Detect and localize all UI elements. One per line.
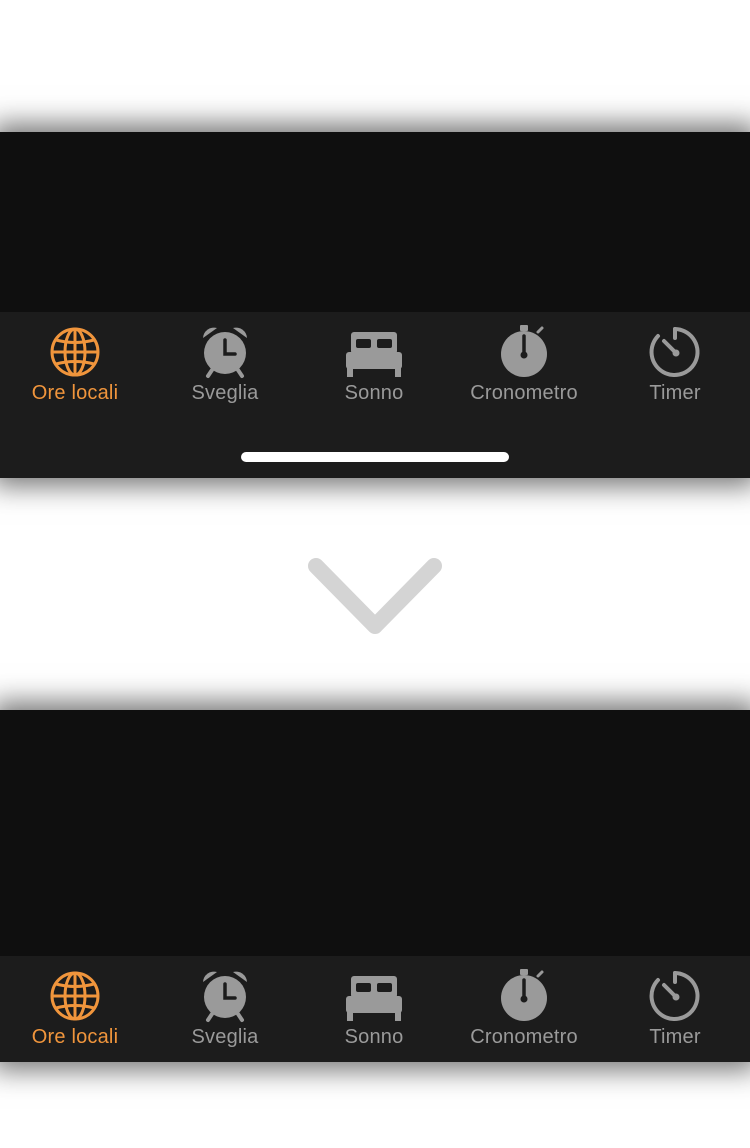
globe-icon	[45, 968, 105, 1024]
tab-alarm[interactable]: Sveglia	[150, 324, 300, 414]
tab-label: Ore locali	[31, 382, 119, 404]
tab-timer[interactable]: Timer	[600, 324, 750, 414]
after-screenshot-panel: Ore locali Sveglia Sonno Cronometro Time…	[0, 710, 750, 1062]
tab-world-clock[interactable]: Ore locali	[0, 324, 150, 414]
tab-alarm[interactable]: Sveglia	[150, 968, 300, 1058]
tab-sleep[interactable]: Sonno	[299, 324, 449, 414]
tab-bar: Ore locali Sveglia Sonno Cronometro Time…	[0, 312, 750, 478]
tab-sleep[interactable]: Sonno	[299, 968, 449, 1058]
content-area	[0, 710, 750, 956]
timer-icon	[645, 324, 705, 380]
tab-label: Timer	[649, 1026, 701, 1048]
tab-label: Cronometro	[470, 382, 578, 404]
bed-icon	[344, 324, 404, 380]
before-screenshot-panel: Ore locali Sveglia Sonno Cronometro Time…	[0, 132, 750, 478]
tab-timer[interactable]: Timer	[600, 968, 750, 1058]
globe-icon	[45, 324, 105, 380]
content-area	[0, 132, 750, 312]
tab-label: Timer	[649, 382, 701, 404]
tab-label: Sonno	[344, 1026, 404, 1048]
tab-label: Ore locali	[31, 1026, 119, 1048]
alarm-clock-icon	[195, 968, 255, 1024]
stopwatch-icon	[494, 968, 554, 1024]
comparison-page: Ore locali Sveglia Sonno Cronometro Time…	[0, 0, 750, 1148]
stopwatch-icon	[494, 324, 554, 380]
tab-label: Sveglia	[191, 382, 259, 404]
home-indicator[interactable]	[241, 452, 509, 462]
chevron-down-icon	[300, 548, 450, 648]
tab-stopwatch[interactable]: Cronometro	[449, 324, 599, 414]
tab-label: Cronometro	[470, 1026, 578, 1048]
tab-stopwatch[interactable]: Cronometro	[449, 968, 599, 1058]
bed-icon	[344, 968, 404, 1024]
tab-world-clock[interactable]: Ore locali	[0, 968, 150, 1058]
alarm-clock-icon	[195, 324, 255, 380]
timer-icon	[645, 968, 705, 1024]
tab-label: Sveglia	[191, 1026, 259, 1048]
tab-label: Sonno	[344, 382, 404, 404]
tab-bar: Ore locali Sveglia Sonno Cronometro Time…	[0, 956, 750, 1062]
